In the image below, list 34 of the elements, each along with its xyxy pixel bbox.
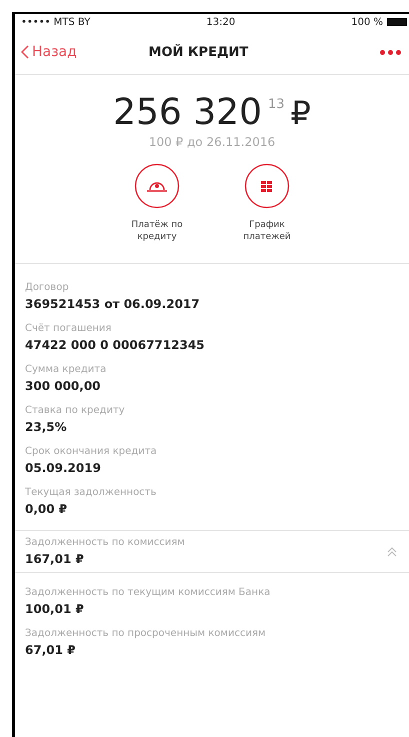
field-label: Задолженность по текущим комиссиям Банка [25,587,272,598]
balance-amount: 256 320 [113,93,262,133]
field-label: Срок окончания кредита [25,446,158,457]
coin-icon [147,182,167,192]
field-value: 67,01 ₽ [25,643,76,657]
field-label: Счёт погашения [25,323,112,334]
battery-text: 100 % [351,16,383,28]
balance-fraction: 13 [268,97,285,112]
field-label: Договор [25,282,70,293]
field-value: 05.09.2019 [25,461,102,475]
field-value: 23,5% [25,420,68,434]
carrier-text: ••••• MTS BY [21,16,90,28]
field-value: 167,01 ₽ [25,552,85,566]
field-label: Задолженность по комиссиям [25,537,185,548]
field-label: Ставка по кредиту [25,405,126,416]
back-button[interactable]: Назад [21,44,77,60]
payment-due-text: 100 ₽ до 26.11.2016 [148,135,276,149]
field-label: Задолженность по просроченным комиссиям [25,628,267,639]
currency-sign: ₽ [290,93,311,133]
commission-header[interactable]: Задолженность по комиссиям 167,01 ₽ [15,531,409,573]
battery-icon [387,18,407,26]
field-value: 100,01 ₽ [25,602,85,616]
field-value: 0,00 ₽ [25,502,68,516]
schedule-button[interactable]: График платежей [232,163,302,243]
field-value: 47422 000 0 00067712345 [25,338,206,352]
field-label: Текущая задолженность [25,487,158,498]
chevron-icon [21,45,29,59]
field-value: 369521453 от 06.09.2017 [25,297,201,311]
field-value: 300 000,00 [25,379,102,393]
grid-icon [261,181,272,192]
page-title: МОЙ КРЕДИТ [148,44,248,60]
payment-button[interactable]: Платёж по кредиту [122,163,192,243]
field-label: Сумма кредита [25,364,108,375]
clock-text: 13:20 [206,16,236,28]
